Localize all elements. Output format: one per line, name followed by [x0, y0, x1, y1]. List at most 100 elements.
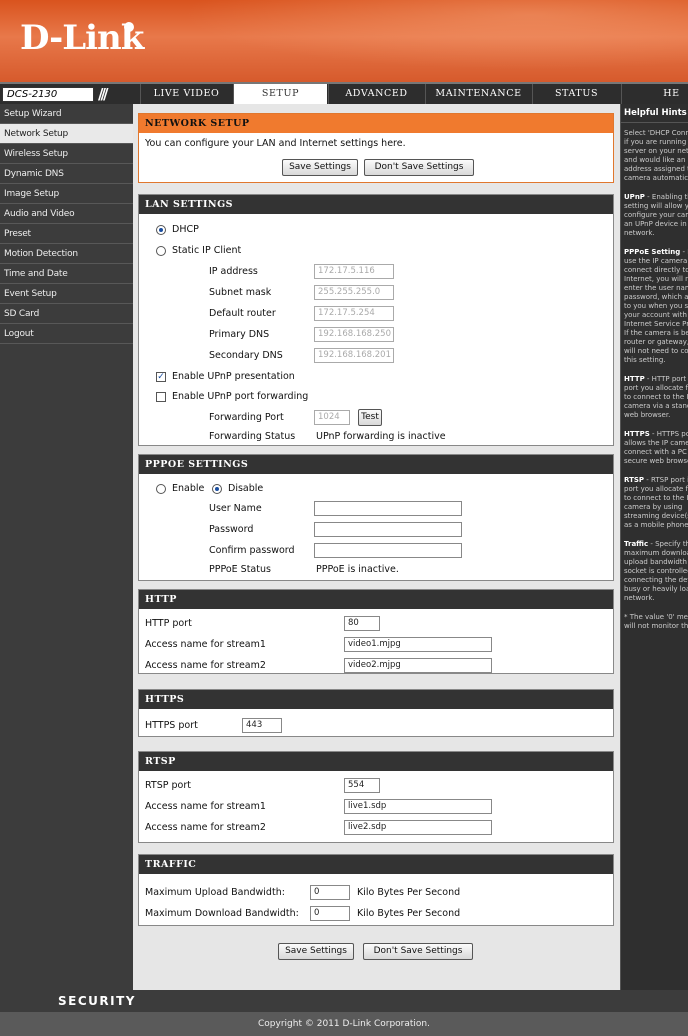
- dhcp-radio[interactable]: [156, 225, 166, 235]
- sidebar: Setup Wizard Network Setup Wireless Setu…: [0, 104, 133, 990]
- test-button[interactable]: Test: [358, 409, 382, 426]
- header-banner: D-Link: [0, 0, 688, 82]
- lan-settings-panel: LAN SETTINGS DHCP Static IP Client IP ad…: [138, 194, 614, 446]
- pppoe-enable-radio[interactable]: [156, 484, 166, 494]
- http-title: HTTP: [139, 590, 613, 609]
- pppoe-confirm-field[interactable]: [314, 543, 462, 558]
- network-setup-title: NETWORK SETUP: [139, 114, 613, 133]
- rtsp-port-label: RTSP port: [145, 780, 191, 791]
- security-label: SECURITY: [58, 994, 136, 1008]
- dont-save-settings-button-top[interactable]: Don't Save Settings: [364, 159, 474, 176]
- static-ip-label: Static IP Client: [172, 245, 242, 256]
- hint-dhcp: Select 'DHCP Connection' if you are runn…: [624, 129, 688, 182]
- upnp-forwarding-checkbox[interactable]: [156, 392, 166, 402]
- header-swoosh: [180, 0, 688, 70]
- download-bandwidth-label: Maximum Download Bandwidth:: [145, 908, 299, 919]
- upnp-forwarding-label: Enable UPnP port forwarding: [172, 391, 309, 402]
- tab-setup[interactable]: SETUP: [233, 84, 327, 104]
- http-panel: HTTP HTTP port 80 Access name for stream…: [138, 589, 614, 674]
- main-content: NETWORK SETUP You can configure your LAN…: [133, 104, 620, 990]
- pppoe-settings-panel: PPPOE SETTINGS Enable Disable User Name …: [138, 454, 614, 581]
- download-bandwidth-field[interactable]: 0: [310, 906, 350, 921]
- http-stream1-field[interactable]: video1.mjpg: [344, 637, 492, 652]
- https-title: HTTPS: [139, 690, 613, 709]
- model-name: DCS-2130: [2, 87, 94, 102]
- rtsp-panel: RTSP RTSP port 554 Access name for strea…: [138, 751, 614, 843]
- forwarding-port-field[interactable]: 1024: [314, 410, 350, 425]
- sidebar-item-setup-wizard[interactable]: Setup Wizard: [0, 104, 133, 124]
- rtsp-stream1-field[interactable]: live1.sdp: [344, 799, 492, 814]
- hint-https: HTTPS - HTTPS port allows the IP camera …: [624, 430, 688, 465]
- rtsp-title: RTSP: [139, 752, 613, 771]
- nav-slashes-icon: ///: [98, 85, 109, 103]
- sidebar-item-event-setup[interactable]: Event Setup: [0, 284, 133, 304]
- network-setup-description: You can configure your LAN and Internet …: [145, 138, 406, 149]
- http-port-field[interactable]: 80: [344, 616, 380, 631]
- sidebar-item-image-setup[interactable]: Image Setup: [0, 184, 133, 204]
- pppoe-user-field[interactable]: [314, 501, 462, 516]
- logo-dot: [124, 22, 134, 32]
- hint-pppoe: PPPoE Setting - If you use the IP camera…: [624, 248, 688, 364]
- pppoe-enable-label: Enable: [172, 483, 205, 494]
- subnet-mask-field[interactable]: 255.255.255.0: [314, 285, 394, 300]
- save-settings-button-bottom[interactable]: Save Settings: [278, 943, 354, 960]
- helpful-hints-panel: Helpful Hints Select 'DHCP Connection' i…: [620, 104, 688, 990]
- tab-status[interactable]: STATUS: [532, 84, 620, 104]
- rtsp-stream1-label: Access name for stream1: [145, 801, 266, 812]
- upnp-presentation-checkbox[interactable]: ✓: [156, 372, 166, 382]
- forwarding-status-label: Forwarding Status: [209, 431, 296, 442]
- primary-dns-field[interactable]: 192.168.168.250: [314, 327, 394, 342]
- tab-advanced[interactable]: ADVANCED: [328, 84, 424, 104]
- sidebar-item-wireless-setup[interactable]: Wireless Setup: [0, 144, 133, 164]
- pppoe-disable-radio[interactable]: [212, 484, 222, 494]
- static-ip-radio[interactable]: [156, 246, 166, 256]
- http-stream1-label: Access name for stream1: [145, 639, 266, 650]
- hint-rtsp: RTSP - RTSP port is the port you allocat…: [624, 476, 688, 529]
- sidebar-item-dynamic-dns[interactable]: Dynamic DNS: [0, 164, 133, 184]
- rtsp-stream2-field[interactable]: live2.sdp: [344, 820, 492, 835]
- sidebar-item-motion-detection[interactable]: Motion Detection: [0, 244, 133, 264]
- traffic-title: TRAFFIC: [139, 855, 613, 874]
- pppoe-confirm-label: Confirm password: [209, 545, 295, 556]
- secondary-dns-field[interactable]: 192.168.168.201: [314, 348, 394, 363]
- tab-maintenance[interactable]: MAINTENANCE: [425, 84, 531, 104]
- forwarding-port-label: Forwarding Port: [209, 412, 284, 423]
- hint-zero-note: * The value '0' means it will not monito…: [624, 613, 688, 630]
- hint-http: HTTP - HTTP port is the port you allocat…: [624, 375, 688, 419]
- dont-save-settings-button-bottom[interactable]: Don't Save Settings: [363, 943, 473, 960]
- dhcp-label: DHCP: [172, 224, 199, 235]
- pppoe-settings-title: PPPOE SETTINGS: [139, 455, 613, 474]
- traffic-panel: TRAFFIC Maximum Upload Bandwidth: 0 Kilo…: [138, 854, 614, 926]
- pppoe-password-field[interactable]: [314, 522, 462, 537]
- upnp-presentation-label: Enable UPnP presentation: [172, 371, 295, 382]
- tab-help[interactable]: HE: [621, 84, 688, 104]
- sidebar-item-logout[interactable]: Logout: [0, 324, 133, 344]
- sidebar-item-preset[interactable]: Preset: [0, 224, 133, 244]
- pppoe-disable-label: Disable: [228, 483, 264, 494]
- save-settings-button-top[interactable]: Save Settings: [282, 159, 358, 176]
- upload-bandwidth-label: Maximum Upload Bandwidth:: [145, 887, 285, 898]
- dlink-logo: D-Link: [20, 18, 144, 58]
- sidebar-item-network-setup[interactable]: Network Setup: [0, 124, 133, 144]
- tab-live-video[interactable]: LIVE VIDEO: [140, 84, 232, 104]
- copyright-footer: Copyright © 2011 D-Link Corporation.: [0, 1012, 688, 1036]
- subnet-mask-label: Subnet mask: [209, 287, 272, 298]
- pppoe-status-value: PPPoE is inactive.: [316, 564, 399, 575]
- upload-bandwidth-unit: Kilo Bytes Per Second: [357, 887, 461, 898]
- default-router-field[interactable]: 172.17.5.254: [314, 306, 394, 321]
- pppoe-user-label: User Name: [209, 503, 262, 514]
- sidebar-item-audio-video[interactable]: Audio and Video: [0, 204, 133, 224]
- http-stream2-label: Access name for stream2: [145, 660, 266, 671]
- upload-bandwidth-field[interactable]: 0: [310, 885, 350, 900]
- http-stream2-field[interactable]: video2.mjpg: [344, 658, 492, 673]
- helpful-hints-title: Helpful Hints: [621, 104, 688, 123]
- https-port-field[interactable]: 443: [242, 718, 282, 733]
- forwarding-status-value: UPnP forwarding is inactive: [316, 431, 446, 442]
- rtsp-port-field[interactable]: 554: [344, 778, 380, 793]
- https-panel: HTTPS HTTPS port 443: [138, 689, 614, 737]
- ip-address-field[interactable]: 172.17.5.116: [314, 264, 394, 279]
- sidebar-item-sd-card[interactable]: SD Card: [0, 304, 133, 324]
- sidebar-item-time-date[interactable]: Time and Date: [0, 264, 133, 284]
- network-setup-panel: NETWORK SETUP You can configure your LAN…: [138, 113, 614, 183]
- default-router-label: Default router: [209, 308, 276, 319]
